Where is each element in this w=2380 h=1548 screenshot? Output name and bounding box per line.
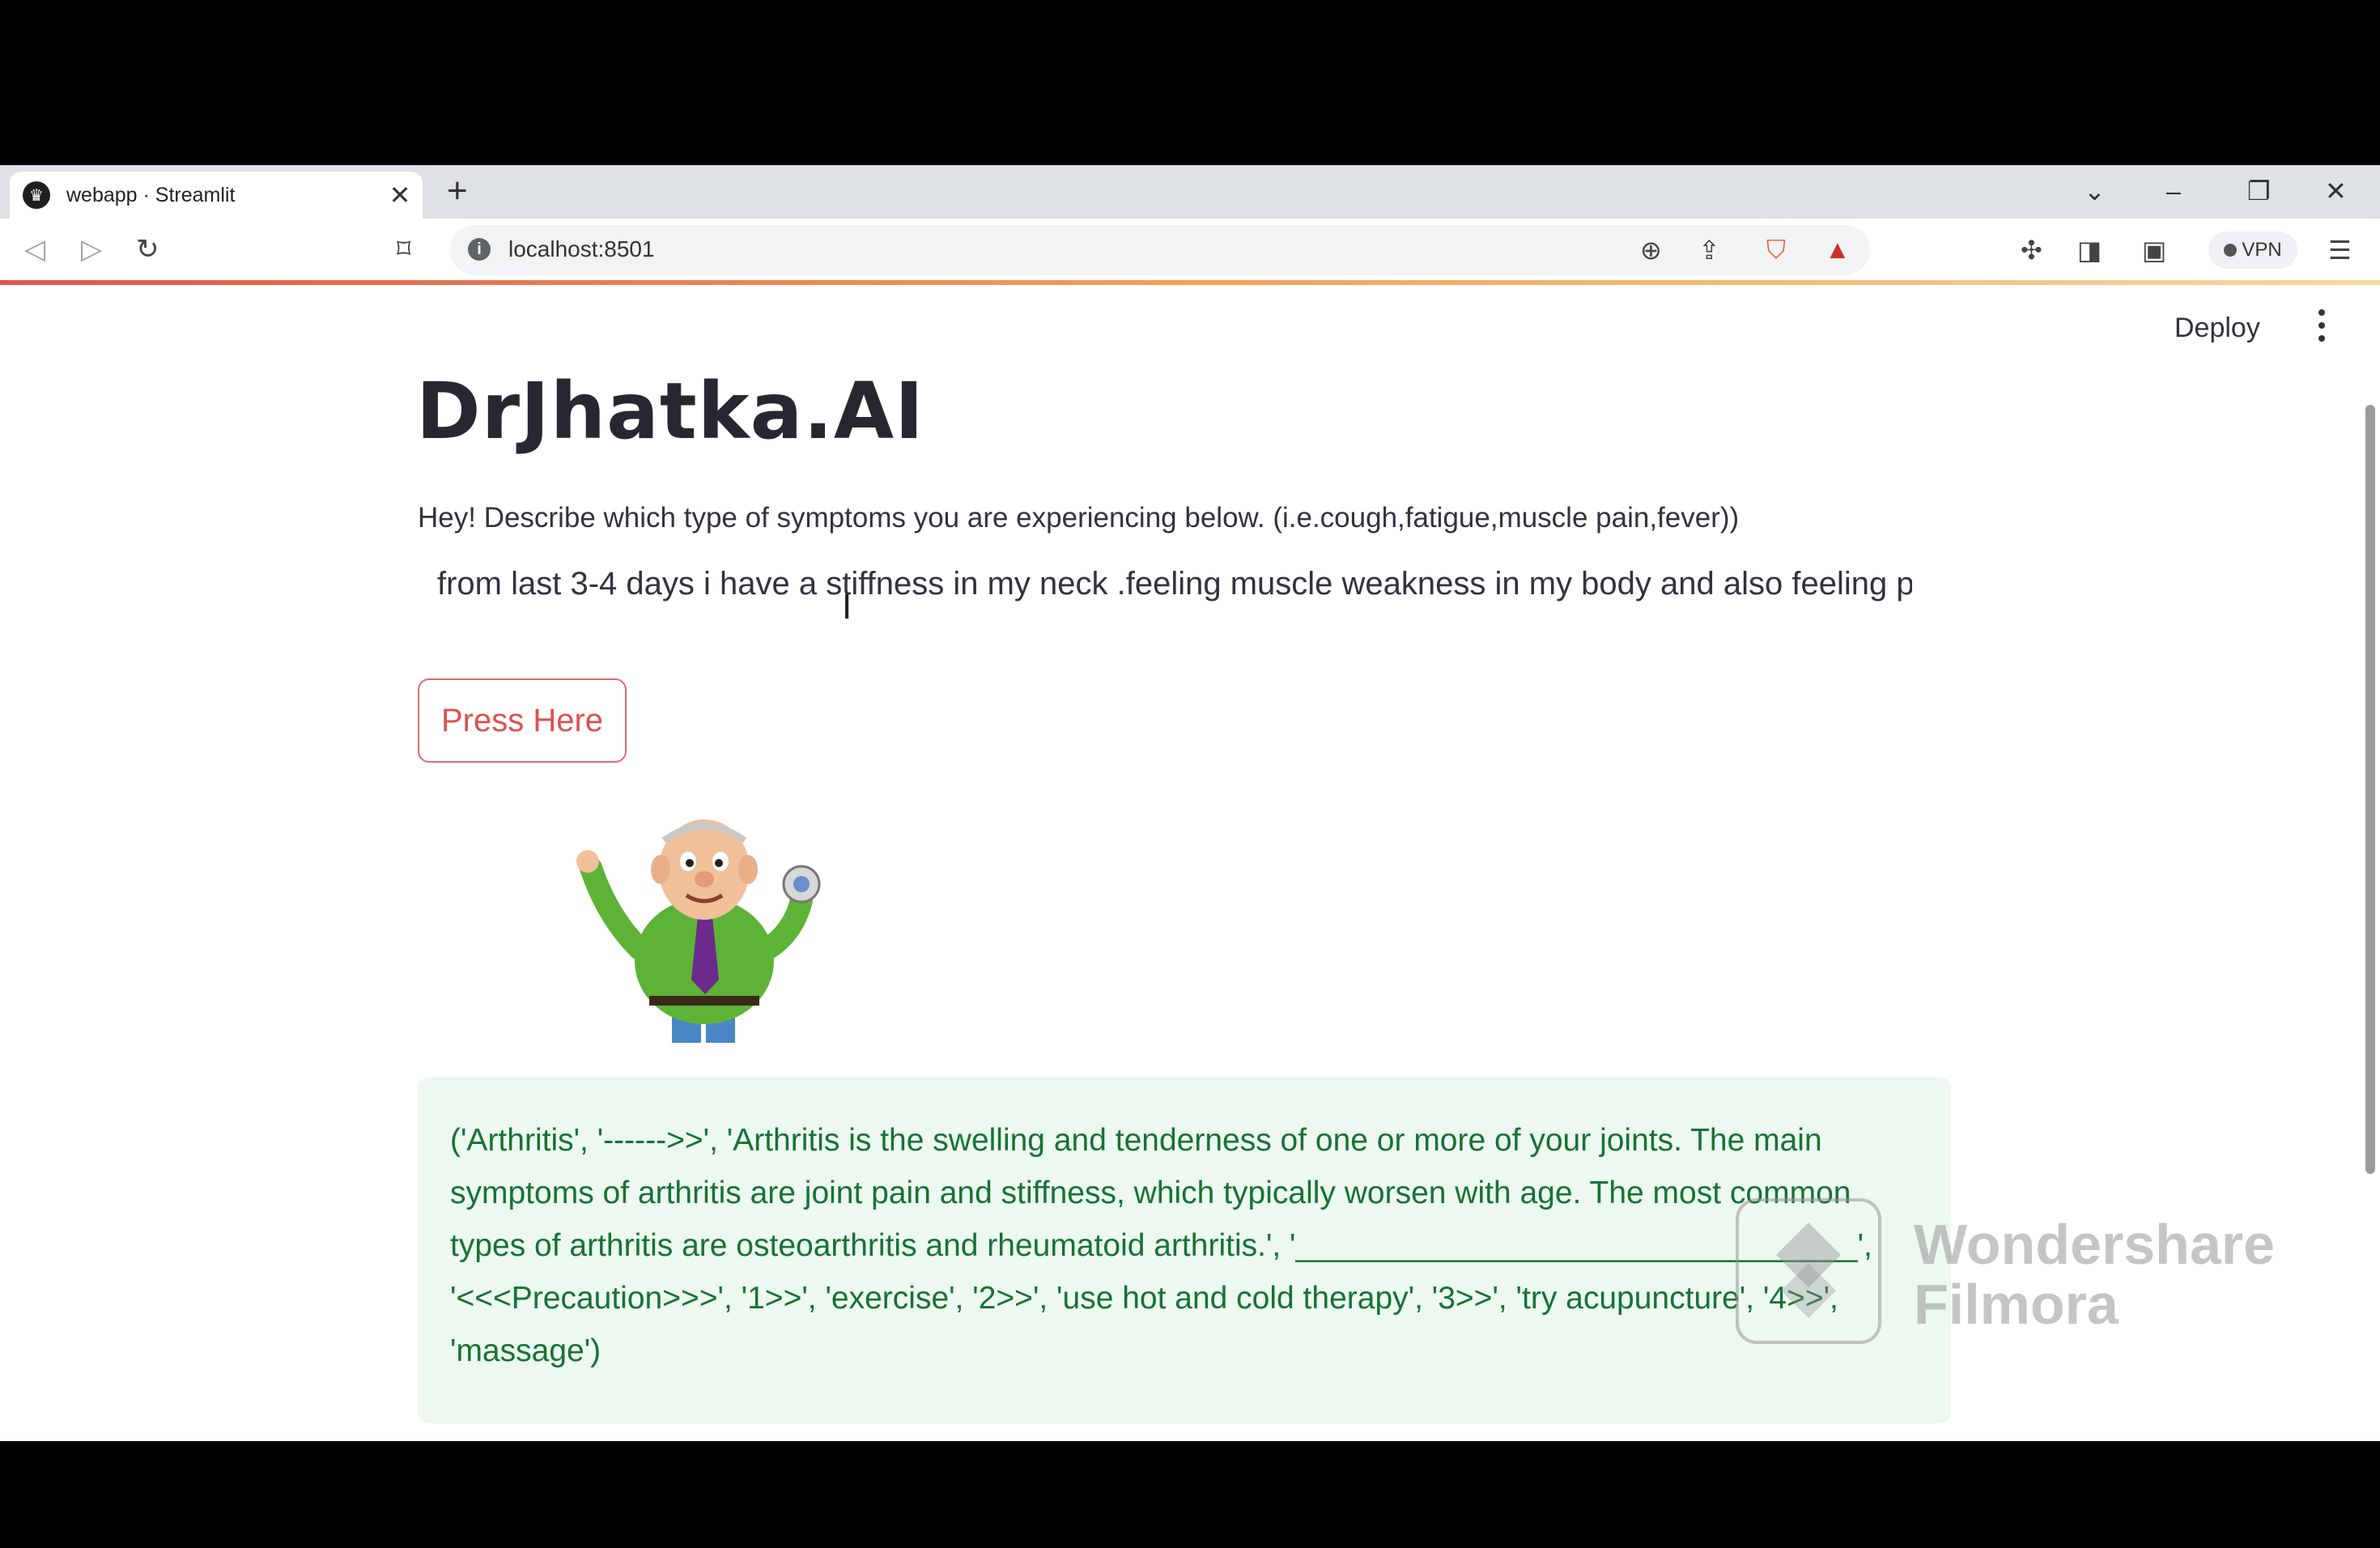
restore-icon[interactable]: ❐ — [2247, 168, 2271, 214]
prediction-result-text: ('Arthritis', '------>>', 'Arthritis is … — [450, 1123, 1881, 1368]
extensions-icon[interactable]: ✣ — [2021, 235, 2042, 266]
tab-list-icon[interactable]: ⌄ — [2084, 168, 2106, 214]
streamlit-page: Deploy DrJhatka.AI Hey! Describe which t… — [0, 285, 2380, 1441]
site-info-icon[interactable]: i — [468, 238, 491, 261]
vpn-status-icon — [2224, 244, 2238, 257]
filmora-watermark: Wondershare Filmora — [1736, 1198, 2302, 1347]
tab-title: webapp · Streamlit — [66, 183, 236, 206]
vpn-button[interactable]: VPN — [2208, 232, 2297, 269]
page-scrollbar[interactable] — [2365, 405, 2375, 1174]
brave-rewards-icon[interactable]: ▲ — [1825, 235, 1851, 265]
close-window-icon[interactable]: ✕ — [2325, 168, 2347, 214]
main-menu-icon[interactable] — [2318, 309, 2330, 348]
share-icon[interactable]: ⇪ — [1698, 235, 1720, 266]
bookmark-icon[interactable]: ⌑ — [397, 233, 410, 266]
close-tab-icon[interactable]: ✕ — [384, 180, 416, 211]
symptoms-input[interactable] — [418, 557, 1932, 610]
zoom-icon[interactable]: ⊕ — [1640, 235, 1662, 266]
deploy-button[interactable]: Deploy — [2174, 313, 2260, 344]
watermark-line1: Wondershare — [1914, 1213, 2276, 1276]
input-label: Hey! Describe which type of symptoms you… — [418, 502, 1740, 534]
menu-icon[interactable]: ☰ — [2328, 235, 2352, 266]
doctor-cartoon-image — [576, 819, 821, 1043]
streamlit-favicon-icon: ♛ — [23, 181, 50, 209]
watermark-line2: Filmora — [1914, 1273, 2119, 1336]
forward-icon[interactable]: ▷ — [81, 233, 102, 266]
filmora-logo-icon — [1736, 1198, 1881, 1344]
sidebar-icon[interactable]: ◨ — [2077, 235, 2102, 266]
reload-icon[interactable]: ↻ — [136, 233, 159, 266]
vpn-label: VPN — [2242, 239, 2282, 261]
tab-strip: ♛ webapp · Streamlit ✕ — [0, 165, 2380, 219]
page-title: DrJhatka.AI — [416, 366, 924, 457]
minimize-icon[interactable]: – — [2166, 168, 2181, 214]
press-here-button[interactable]: Press Here — [418, 678, 627, 763]
brave-shield-icon[interactable]: ⛉ — [1766, 235, 1786, 266]
browser-tab[interactable]: ♛ webapp · Streamlit ✕ — [10, 172, 423, 219]
wallet-icon[interactable]: ▣ — [2142, 235, 2166, 266]
text-cursor-icon: I — [842, 587, 852, 627]
browser-toolbar: ◁ ▷ ↻ ⌑ i localhost:8501 ⊕ ⇪ ⛉ ▲ ✣ ◨ ▣ V… — [0, 219, 2380, 283]
url-text[interactable]: localhost:8501 — [508, 236, 655, 262]
back-icon[interactable]: ◁ — [24, 233, 45, 266]
prediction-result-box: ('Arthritis', '------>>', 'Arthritis is … — [418, 1077, 1951, 1423]
new-tab-button[interactable]: + — [447, 170, 468, 212]
